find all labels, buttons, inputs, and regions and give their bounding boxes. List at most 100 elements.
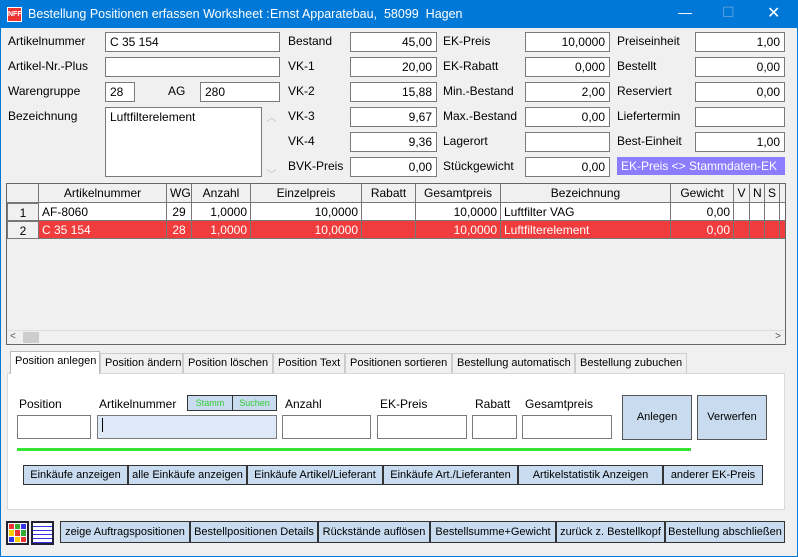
- col3-field[interactable]: 2,00: [525, 82, 610, 102]
- bottom-button[interactable]: Bestellsumme+Gewicht: [430, 521, 556, 543]
- grid-cell[interactable]: C 35 154: [39, 221, 167, 239]
- grid-header[interactable]: Gewicht: [671, 184, 734, 203]
- grid-header[interactable]: Gesamtpreis: [416, 184, 501, 203]
- col2-field[interactable]: 0,00: [350, 157, 437, 177]
- grid-cell[interactable]: [362, 203, 416, 221]
- grid-header[interactable]: S: [765, 184, 780, 203]
- col3-field[interactable]: 0,000: [525, 57, 610, 77]
- tab-0[interactable]: Position anlegen: [10, 351, 100, 374]
- grid-header[interactable]: V: [734, 184, 750, 203]
- action-button[interactable]: Einkäufe Art./Lieferanten: [383, 465, 518, 485]
- action-button[interactable]: anderer EK-Preis: [663, 465, 763, 485]
- action-button[interactable]: Artikelstatistik Anzeigen: [518, 465, 663, 485]
- col4-field[interactable]: 1,00: [695, 132, 785, 152]
- bottom-button[interactable]: Bestellpositionen Details: [190, 521, 318, 543]
- grid-cell[interactable]: 10,0000: [416, 203, 501, 221]
- gesamtpreis-field[interactable]: [522, 415, 612, 439]
- bottom-button[interactable]: Bestellung abschließen: [665, 521, 785, 543]
- bezeichnung-field[interactable]: Luftfilterelement: [105, 107, 262, 177]
- artikelnummer-field[interactable]: C 35 154: [105, 32, 280, 52]
- grid-cell[interactable]: 1,0000: [192, 221, 251, 239]
- grid-cell[interactable]: [734, 203, 750, 221]
- close-button[interactable]: ✕: [767, 3, 780, 23]
- positions-grid[interactable]: < > Artikelnummer WG Anzahl Einzelpreis Raba…: [6, 183, 786, 345]
- action-button[interactable]: Einkäufe anzeigen: [23, 465, 128, 485]
- minimize-button[interactable]: —: [678, 4, 692, 20]
- row-number[interactable]: 1: [7, 203, 39, 221]
- anlegen-button[interactable]: Anlegen: [622, 395, 692, 440]
- tab-6[interactable]: Bestellung zubuchen: [575, 353, 687, 373]
- col2-field[interactable]: 9,67: [350, 107, 437, 127]
- tab-2[interactable]: Position löschen: [183, 353, 273, 373]
- action-button[interactable]: Einkäufe Artikel/Lieferant: [247, 465, 383, 485]
- tab-3[interactable]: Position Text: [273, 353, 345, 373]
- bezeichnung-scrollbar[interactable]: ︿ ﹀: [263, 107, 280, 181]
- col3-field[interactable]: 10,0000: [525, 32, 610, 52]
- col3-field[interactable]: 0,00: [525, 107, 610, 127]
- scroll-thumb[interactable]: [23, 332, 39, 343]
- grid-cell[interactable]: 1,0000: [192, 203, 251, 221]
- grid-header[interactable]: WG: [167, 184, 192, 203]
- ek-preis-field[interactable]: [377, 415, 467, 439]
- warengruppe-field[interactable]: 28: [105, 82, 135, 102]
- maximize-button[interactable]: ☐: [722, 4, 735, 21]
- grid-header[interactable]: N: [750, 184, 765, 203]
- col4-field[interactable]: 1,00: [695, 32, 785, 52]
- grid-cell[interactable]: [780, 221, 785, 239]
- grid-header[interactable]: Einzelpreis: [251, 184, 362, 203]
- scroll-left-icon[interactable]: <: [10, 331, 16, 342]
- artikelnummer-entry-field[interactable]: [97, 415, 277, 439]
- scroll-right-icon[interactable]: >: [775, 331, 781, 342]
- grid-cell[interactable]: [734, 221, 750, 239]
- grid-cell[interactable]: 0,00: [671, 203, 734, 221]
- grid-horizontal-scrollbar[interactable]: < >: [7, 330, 785, 344]
- grid-cell[interactable]: [765, 221, 780, 239]
- grid-cell[interactable]: 10,0000: [251, 221, 362, 239]
- verwerfen-button[interactable]: Verwerfen: [697, 395, 767, 440]
- grid-cell[interactable]: [780, 203, 785, 221]
- grid-header[interactable]: Bezeichnung: [501, 184, 671, 203]
- stamm-button[interactable]: Stamm: [187, 395, 233, 411]
- col4-field[interactable]: 0,00: [695, 57, 785, 77]
- bottom-button[interactable]: Rückstände auflösen: [318, 521, 430, 543]
- grid-cell[interactable]: 10,0000: [251, 203, 362, 221]
- bottom-button[interactable]: zeige Auftragspositionen: [60, 521, 190, 543]
- col2-field[interactable]: 20,00: [350, 57, 437, 77]
- grid-cell[interactable]: [765, 203, 780, 221]
- grid-header[interactable]: Rabatt: [362, 184, 416, 203]
- grid-header[interactable]: Artikelnummer: [39, 184, 167, 203]
- grid-color-view-icon[interactable]: [6, 521, 29, 545]
- ag-field[interactable]: 280: [200, 82, 280, 102]
- rabatt-field[interactable]: [472, 415, 517, 439]
- col2-field[interactable]: 45,00: [350, 32, 437, 52]
- position-field[interactable]: [17, 415, 91, 439]
- list-view-icon[interactable]: [31, 521, 54, 545]
- grid-cell[interactable]: [362, 221, 416, 239]
- grid-cell[interactable]: 10,0000: [416, 221, 501, 239]
- action-button[interactable]: alle Einkäufe anzeigen: [128, 465, 247, 485]
- grid-header[interactable]: F: [780, 184, 785, 203]
- artikel-plus-field[interactable]: [105, 57, 280, 77]
- row-number[interactable]: 2: [7, 221, 39, 239]
- grid-cell[interactable]: [750, 221, 765, 239]
- tab-4[interactable]: Positionen sortieren: [345, 353, 452, 373]
- col2-field[interactable]: 9,36: [350, 132, 437, 152]
- grid-header[interactable]: Anzahl: [192, 184, 251, 203]
- grid-cell[interactable]: [750, 203, 765, 221]
- col3-field[interactable]: 0,00: [525, 157, 610, 177]
- tab-1[interactable]: Position ändern: [100, 353, 183, 373]
- col3-field[interactable]: [525, 132, 610, 152]
- grid-cell[interactable]: 0,00: [671, 221, 734, 239]
- grid-header[interactable]: [7, 184, 39, 203]
- bottom-button[interactable]: zurück z. Bestellkopf: [556, 521, 665, 543]
- tab-5[interactable]: Bestellung automatisch: [452, 353, 575, 373]
- table-row[interactable]: 2C 35 154 28 1,0000 10,0000 10,0000 Luftfilte…: [7, 221, 785, 239]
- grid-cell[interactable]: AF-8060: [39, 203, 167, 221]
- anzahl-field[interactable]: [282, 415, 371, 439]
- col4-field[interactable]: 0,00: [695, 82, 785, 102]
- table-row[interactable]: 1 AF-8060 29 1,0000 10,0000 10,0000 Luftfilter…: [7, 203, 785, 221]
- grid-cell[interactable]: 28: [167, 221, 192, 239]
- col4-field[interactable]: [695, 107, 785, 127]
- grid-cell[interactable]: 29: [167, 203, 192, 221]
- suchen-button[interactable]: Suchen: [232, 395, 277, 411]
